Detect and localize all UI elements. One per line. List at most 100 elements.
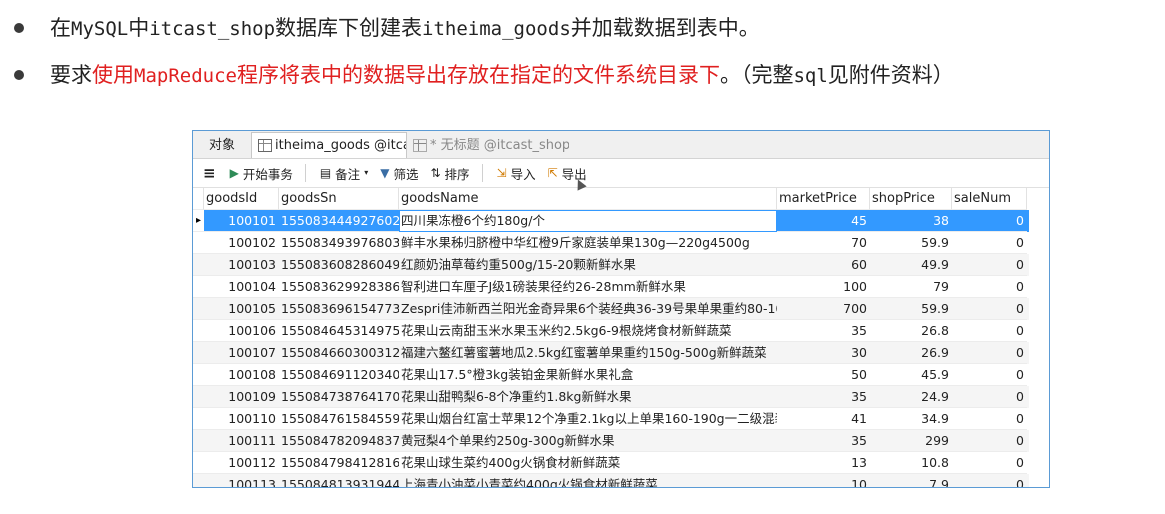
table-cell[interactable]: 花果山烟台红富士苹果12个净重2.1kg以上单果160-190g一二级混装自 [399, 408, 777, 430]
table-cell[interactable]: Zespri佳沛新西兰阳光金奇异果6个装经典36-39号果单果重约80-100g [399, 298, 777, 320]
table-cell[interactable]: 50 [777, 364, 870, 386]
hamburger-menu-icon[interactable]: ≡ [203, 164, 216, 182]
table-cell[interactable]: 155084660300312 [279, 342, 399, 364]
table-cell[interactable]: 155084782094837 [279, 430, 399, 452]
row-marker[interactable] [193, 342, 204, 364]
table-row[interactable]: 100104 155083629928386 智利进口车厘子J级1磅装果径约26-2… [193, 276, 1049, 298]
table-cell[interactable]: 13 [777, 452, 870, 474]
table-row[interactable]: 100112 155084798412816 花果山球生菜约400g火锅食材新鲜蔬菜… [193, 452, 1049, 474]
tab-untitled-query[interactable]: * 无标题 @itcast_shop... [407, 133, 569, 158]
table-row[interactable]: ▸ 100101 155083444927602 四川果冻橙6个约180g/个 45 38… [193, 210, 1049, 232]
column-header[interactable]: shopPrice [870, 188, 952, 210]
table-row[interactable]: 100110 155084761584559 花果山烟台红富士苹果12个净重2.1k… [193, 408, 1049, 430]
column-header[interactable]: goodsName [399, 188, 777, 210]
row-marker[interactable] [193, 474, 204, 487]
table-cell[interactable]: 26.9 [870, 342, 952, 364]
table-cell[interactable]: 100106 [204, 320, 279, 342]
table-cell[interactable]: 0 [952, 342, 1027, 364]
row-marker[interactable] [193, 276, 204, 298]
table-cell[interactable]: 上海青小油菜小青菜约400g火锅食材新鲜蔬菜 [399, 474, 777, 487]
note-button[interactable]: ▤ 备注 ▾ [320, 164, 368, 183]
table-row[interactable]: 100106 155084645314975 花果山云南甜玉米水果玉米约2.5kg6… [193, 320, 1049, 342]
table-cell[interactable]: 100103 [204, 254, 279, 276]
table-row[interactable]: 100105 155083696154773 Zespri佳沛新西兰阳光金奇异果6个… [193, 298, 1049, 320]
table-cell[interactable]: 45 [777, 210, 870, 232]
table-cell[interactable]: 70 [777, 232, 870, 254]
table-cell[interactable]: 100111 [204, 430, 279, 452]
table-cell[interactable]: 花果山球生菜约400g火锅食材新鲜蔬菜 [399, 452, 777, 474]
table-row[interactable]: 100113 155084813931944 上海青小油菜小青菜约400g火锅食材新… [193, 474, 1049, 487]
table-cell[interactable]: 100110 [204, 408, 279, 430]
table-cell[interactable]: 花果山云南甜玉米水果玉米约2.5kg6-9根烧烤食材新鲜蔬菜 [399, 320, 777, 342]
row-marker[interactable] [193, 320, 204, 342]
table-cell[interactable]: 155084798412816 [279, 452, 399, 474]
table-cell[interactable]: 鲜丰水果秭归脐橙中华红橙9斤家庭装单果130g—220g4500g [399, 232, 777, 254]
table-cell[interactable]: 299 [870, 430, 952, 452]
table-cell[interactable]: 49.9 [870, 254, 952, 276]
row-marker[interactable] [193, 408, 204, 430]
table-cell[interactable]: 7.9 [870, 474, 952, 487]
table-cell[interactable]: 155084691120340 [279, 364, 399, 386]
table-cell[interactable]: 100113 [204, 474, 279, 487]
table-cell[interactable]: 45.9 [870, 364, 952, 386]
table-cell[interactable]: 100112 [204, 452, 279, 474]
import-button[interactable]: ⇲ 导入 [497, 164, 536, 183]
table-cell[interactable]: 0 [952, 474, 1027, 487]
table-cell[interactable]: 24.9 [870, 386, 952, 408]
table-cell[interactable]: 38 [870, 210, 952, 232]
table-cell[interactable]: 34.9 [870, 408, 952, 430]
table-cell[interactable]: 花果山甜鸭梨6-8个净重约1.8kg新鲜水果 [399, 386, 777, 408]
table-cell[interactable]: 155083444927602 [279, 210, 399, 232]
table-cell[interactable]: 100108 [204, 364, 279, 386]
table-cell[interactable]: 79 [870, 276, 952, 298]
table-row[interactable]: 100109 155084738764170 花果山甜鸭梨6-8个净重约1.8kg新… [193, 386, 1049, 408]
table-cell[interactable]: 0 [952, 276, 1027, 298]
column-header[interactable]: goodsId [204, 188, 279, 210]
table-cell[interactable]: 35 [777, 386, 870, 408]
table-cell[interactable]: 四川果冻橙6个约180g/个 [399, 210, 777, 232]
table-cell[interactable]: 100102 [204, 232, 279, 254]
row-marker[interactable] [193, 430, 204, 452]
row-marker[interactable] [193, 452, 204, 474]
table-cell[interactable]: 35 [777, 320, 870, 342]
table-cell[interactable]: 100101 [204, 210, 279, 232]
table-cell[interactable]: 100 [777, 276, 870, 298]
table-cell[interactable]: 0 [952, 364, 1027, 386]
table-cell[interactable]: 0 [952, 232, 1027, 254]
column-header[interactable]: saleNum [952, 188, 1027, 210]
vertical-scrollbar[interactable] [1029, 188, 1049, 487]
table-cell[interactable]: 100104 [204, 276, 279, 298]
table-cell[interactable]: 155083608286049 [279, 254, 399, 276]
table-cell[interactable]: 黄冠梨4个单果约250g-300g新鲜水果 [399, 430, 777, 452]
row-marker[interactable] [193, 298, 204, 320]
table-cell[interactable]: 花果山17.5°橙3kg装铂金果新鲜水果礼盒 [399, 364, 777, 386]
table-cell[interactable]: 155084761584559 [279, 408, 399, 430]
table-cell[interactable]: 0 [952, 386, 1027, 408]
table-cell[interactable]: 155083629928386 [279, 276, 399, 298]
table-cell[interactable]: 0 [952, 210, 1027, 232]
table-cell[interactable]: 智利进口车厘子J级1磅装果径约26-28mm新鲜水果 [399, 276, 777, 298]
table-cell[interactable]: 60 [777, 254, 870, 276]
column-header[interactable]: goodsSn [279, 188, 399, 210]
table-cell[interactable]: 41 [777, 408, 870, 430]
table-row[interactable]: 100107 155084660300312 福建六鳌红薯蜜薯地瓜2.5kg红蜜薯单… [193, 342, 1049, 364]
row-marker[interactable] [193, 232, 204, 254]
table-cell[interactable]: 10.8 [870, 452, 952, 474]
table-cell[interactable]: 59.9 [870, 232, 952, 254]
current-row-arrow-icon[interactable]: ▸ [193, 210, 204, 232]
table-cell[interactable]: 35 [777, 430, 870, 452]
table-cell[interactable]: 10 [777, 474, 870, 487]
table-cell[interactable]: 红颜奶油草莓约重500g/15-20颗新鲜水果 [399, 254, 777, 276]
table-cell[interactable]: 155083696154773 [279, 298, 399, 320]
table-row[interactable]: 100111 155084782094837 黄冠梨4个单果约250g-300g新鲜… [193, 430, 1049, 452]
table-cell[interactable]: 0 [952, 298, 1027, 320]
table-cell[interactable]: 0 [952, 320, 1027, 342]
table-cell[interactable]: 0 [952, 408, 1027, 430]
table-cell[interactable]: 155084645314975 [279, 320, 399, 342]
begin-transaction-button[interactable]: ▶ 开始事务 [230, 164, 293, 183]
table-cell[interactable]: 26.8 [870, 320, 952, 342]
sort-button[interactable]: ⇅ 排序 [430, 164, 469, 183]
table-cell[interactable]: 100109 [204, 386, 279, 408]
table-cell[interactable]: 30 [777, 342, 870, 364]
table-cell[interactable]: 0 [952, 430, 1027, 452]
